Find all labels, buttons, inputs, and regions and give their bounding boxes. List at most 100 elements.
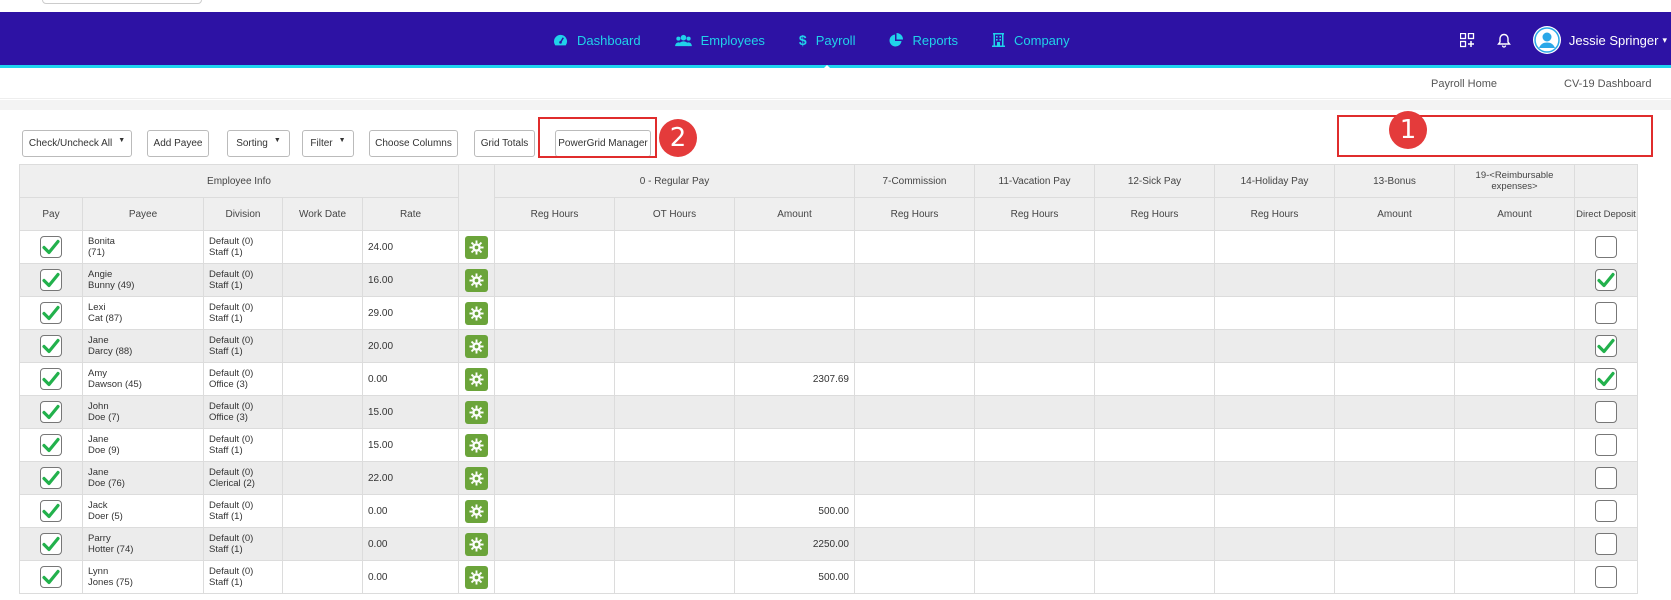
reimb-cell[interactable] <box>1454 230 1575 264</box>
col-direct-deposit[interactable]: Direct Deposit <box>1574 197 1638 231</box>
division-cell[interactable]: Default (0) Office (3) <box>203 395 283 429</box>
grid-totals-button[interactable]: Grid Totals <box>474 130 535 157</box>
col-holiday-reg-hours[interactable]: Reg Hours <box>1214 197 1335 231</box>
pay-checkbox[interactable] <box>40 368 62 390</box>
bonus-cell[interactable] <box>1334 494 1455 528</box>
holiday-cell[interactable] <box>1214 362 1335 396</box>
payee-cell[interactable]: Bonita (71) <box>82 230 204 264</box>
reg-hours-cell[interactable] <box>494 428 615 462</box>
division-cell[interactable]: Default (0) Staff (1) <box>203 428 283 462</box>
nav-item-payroll[interactable]: $ Payroll <box>799 12 855 71</box>
col-division[interactable]: Division <box>203 197 283 231</box>
rate-cell[interactable]: 0.00 <box>362 362 459 396</box>
division-cell[interactable]: Default (0) Staff (1) <box>203 329 283 363</box>
work-date-cell[interactable] <box>282 230 363 264</box>
ot-hours-cell[interactable] <box>614 362 735 396</box>
bonus-cell[interactable] <box>1334 230 1455 264</box>
work-date-cell[interactable] <box>282 362 363 396</box>
reg-hours-cell[interactable] <box>494 527 615 561</box>
col-commission-reg-hours[interactable]: Reg Hours <box>854 197 975 231</box>
direct-deposit-checkbox[interactable] <box>1595 566 1617 588</box>
amount-cell[interactable] <box>734 296 855 330</box>
rate-cell[interactable]: 15.00 <box>362 395 459 429</box>
commission-cell[interactable] <box>854 560 975 594</box>
work-date-cell[interactable] <box>282 395 363 429</box>
payee-cell[interactable]: Lynn Jones (75) <box>82 560 204 594</box>
row-settings-button[interactable] <box>465 268 488 292</box>
ot-hours-cell[interactable] <box>614 395 735 429</box>
sick-cell[interactable] <box>1094 560 1215 594</box>
payee-cell[interactable]: Jane Darcy (88) <box>82 329 204 363</box>
rate-cell[interactable]: 29.00 <box>362 296 459 330</box>
commission-cell[interactable] <box>854 527 975 561</box>
ot-hours-cell[interactable] <box>614 263 735 297</box>
sick-cell[interactable] <box>1094 362 1215 396</box>
direct-deposit-checkbox[interactable] <box>1595 434 1617 456</box>
check-uncheck-all-button[interactable]: Check/Uncheck All ▼ <box>22 130 132 157</box>
nav-item-employees[interactable]: Employees <box>674 12 765 68</box>
work-date-cell[interactable] <box>282 329 363 363</box>
ot-hours-cell[interactable] <box>614 230 735 264</box>
bonus-cell[interactable] <box>1334 362 1455 396</box>
row-settings-button[interactable] <box>465 433 488 457</box>
amount-cell[interactable] <box>734 461 855 495</box>
row-settings-button[interactable] <box>465 301 488 325</box>
amount-cell[interactable]: 2307.69 <box>734 362 855 396</box>
reimb-cell[interactable] <box>1454 395 1575 429</box>
pay-checkbox[interactable] <box>40 335 62 357</box>
commission-cell[interactable] <box>854 428 975 462</box>
rate-cell[interactable]: 20.00 <box>362 329 459 363</box>
bell-icon[interactable] <box>1496 33 1511 48</box>
commission-cell[interactable] <box>854 296 975 330</box>
bonus-cell[interactable] <box>1334 395 1455 429</box>
direct-deposit-checkbox[interactable] <box>1595 467 1617 489</box>
ot-hours-cell[interactable] <box>614 494 735 528</box>
rate-cell[interactable]: 0.00 <box>362 494 459 528</box>
division-cell[interactable]: Default (0) Staff (1) <box>203 527 283 561</box>
bonus-cell[interactable] <box>1334 560 1455 594</box>
row-settings-button[interactable] <box>465 235 488 259</box>
division-cell[interactable]: Default (0) Clerical (2) <box>203 461 283 495</box>
vacation-cell[interactable] <box>974 461 1095 495</box>
sick-cell[interactable] <box>1094 329 1215 363</box>
amount-cell[interactable] <box>734 263 855 297</box>
payee-cell[interactable]: Parry Hotter (74) <box>82 527 204 561</box>
avatar[interactable] <box>1532 26 1561 54</box>
holiday-cell[interactable] <box>1214 296 1335 330</box>
direct-deposit-checkbox[interactable] <box>1595 368 1617 390</box>
payee-cell[interactable]: Jane Doe (76) <box>82 461 204 495</box>
row-settings-button[interactable] <box>465 499 488 523</box>
ot-hours-cell[interactable] <box>614 296 735 330</box>
payee-cell[interactable]: Jane Doe (9) <box>82 428 204 462</box>
row-settings-button[interactable] <box>465 400 488 424</box>
reimb-cell[interactable] <box>1454 329 1575 363</box>
sick-cell[interactable] <box>1094 494 1215 528</box>
commission-cell[interactable] <box>854 230 975 264</box>
direct-deposit-checkbox[interactable] <box>1595 335 1617 357</box>
direct-deposit-checkbox[interactable] <box>1595 401 1617 423</box>
payee-cell[interactable]: John Doe (7) <box>82 395 204 429</box>
work-date-cell[interactable] <box>282 527 363 561</box>
sick-cell[interactable] <box>1094 263 1215 297</box>
ot-hours-cell[interactable] <box>614 428 735 462</box>
rate-cell[interactable]: 22.00 <box>362 461 459 495</box>
vacation-cell[interactable] <box>974 560 1095 594</box>
pay-checkbox[interactable] <box>40 401 62 423</box>
holiday-cell[interactable] <box>1214 461 1335 495</box>
direct-deposit-checkbox[interactable] <box>1595 533 1617 555</box>
amount-cell[interactable] <box>734 230 855 264</box>
holiday-cell[interactable] <box>1214 230 1335 264</box>
work-date-cell[interactable] <box>282 494 363 528</box>
vacation-cell[interactable] <box>974 230 1095 264</box>
reimb-cell[interactable] <box>1454 428 1575 462</box>
col-bonus-amount[interactable]: Amount <box>1334 197 1455 231</box>
direct-deposit-checkbox[interactable] <box>1595 500 1617 522</box>
vacation-cell[interactable] <box>974 296 1095 330</box>
reg-hours-cell[interactable] <box>494 329 615 363</box>
reg-hours-cell[interactable] <box>494 230 615 264</box>
amount-cell[interactable]: 2250.00 <box>734 527 855 561</box>
sorting-button[interactable]: Sorting ▼ <box>227 130 290 157</box>
pay-checkbox[interactable] <box>40 467 62 489</box>
reimb-cell[interactable] <box>1454 263 1575 297</box>
reimb-cell[interactable] <box>1454 527 1575 561</box>
